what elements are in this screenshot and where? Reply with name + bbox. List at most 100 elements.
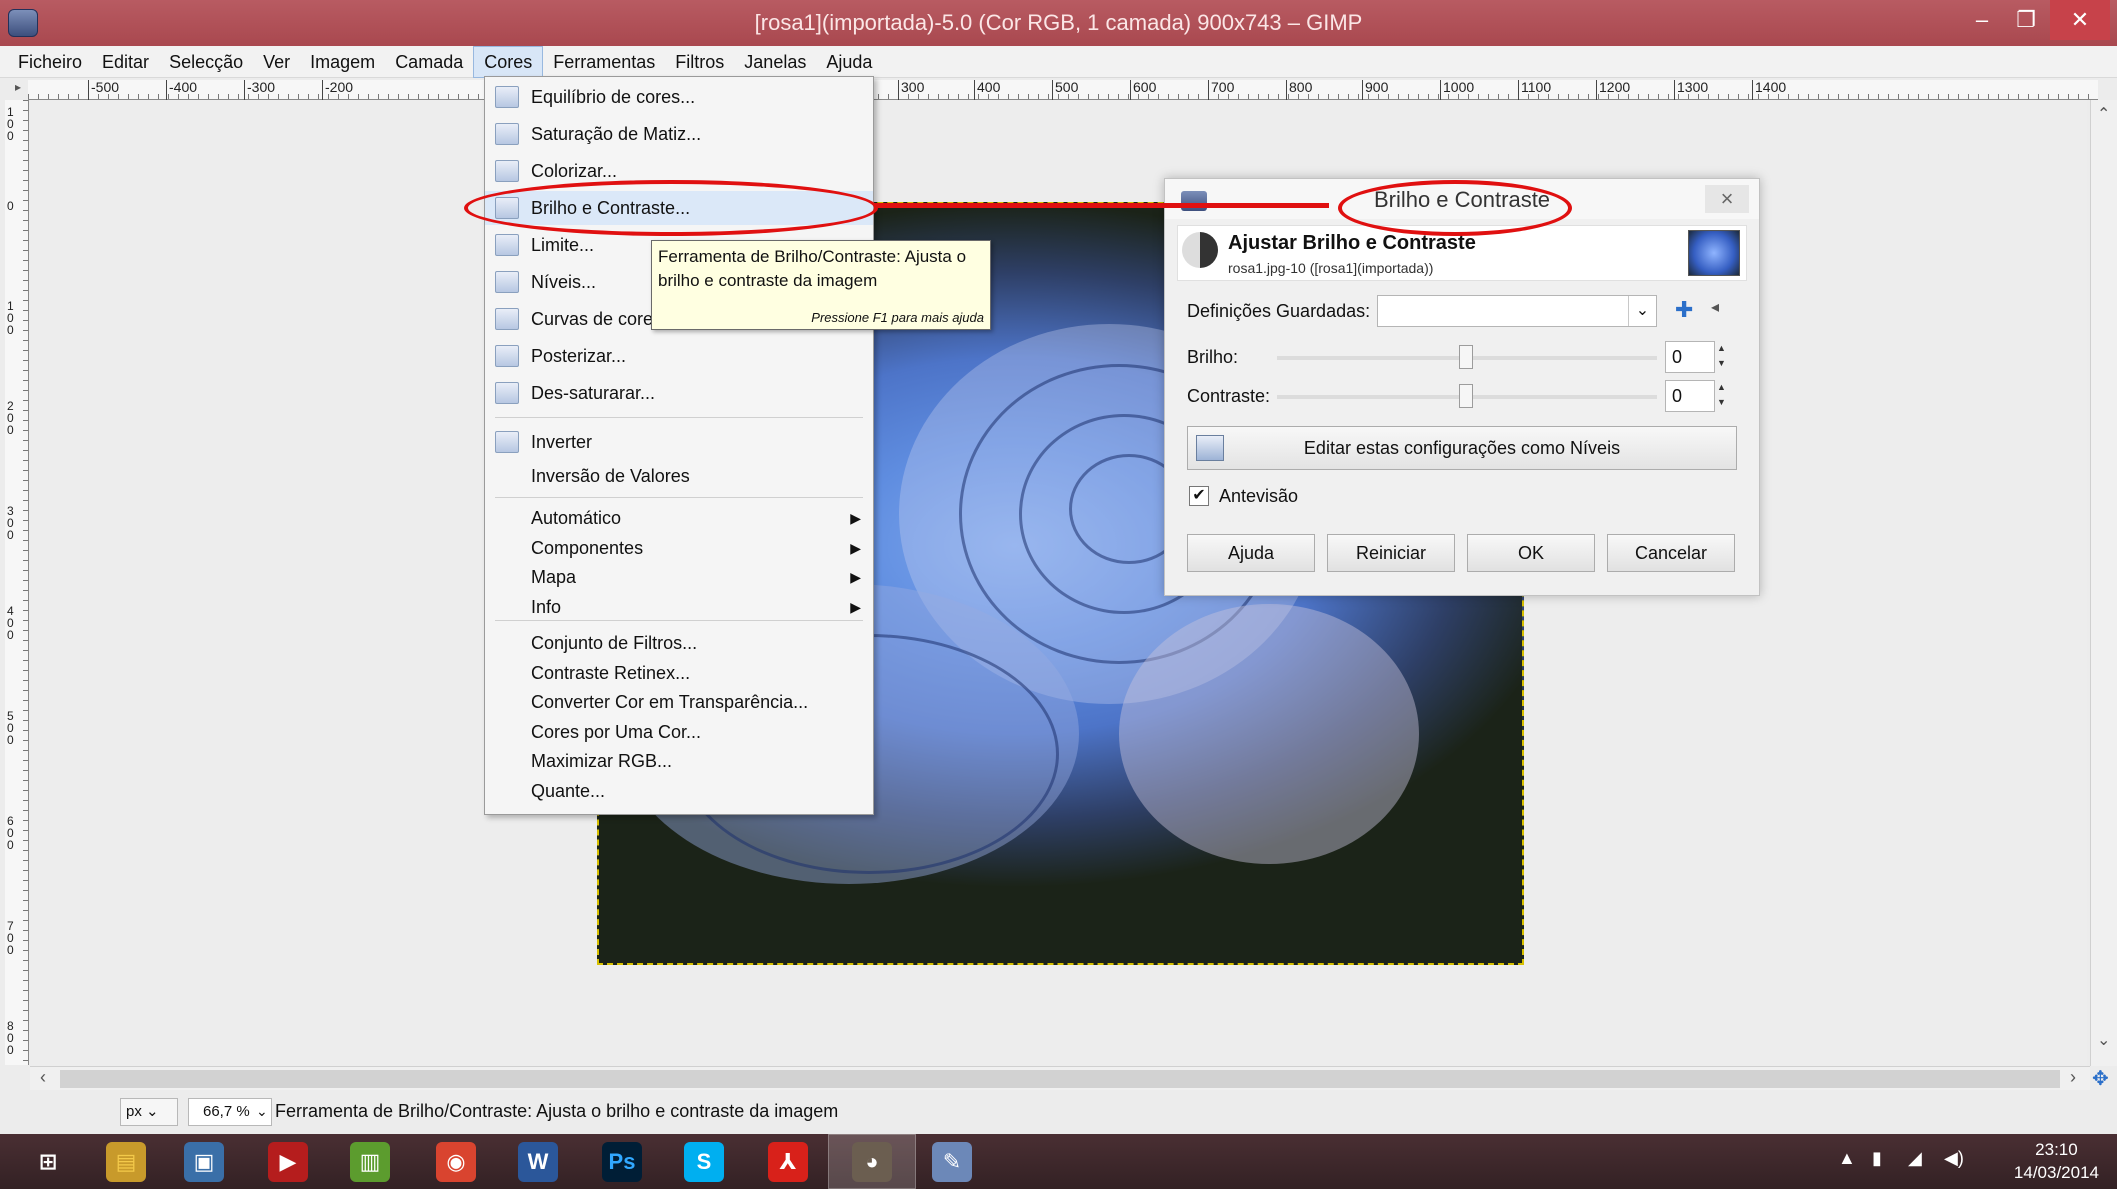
menu-item[interactable]: Quante...: [485, 774, 873, 808]
menu-selec-o[interactable]: Selecção: [159, 46, 253, 78]
ruler-tick-label: 700: [1208, 80, 1234, 100]
levels-icon: [1196, 435, 1224, 461]
menu-item[interactable]: Saturação de Matiz...: [485, 117, 873, 151]
remote-taskbar-button[interactable]: ▣: [160, 1134, 248, 1189]
ruler-tick-label: -500: [88, 80, 119, 100]
menu-editar[interactable]: Editar: [92, 46, 159, 78]
preset-menu-icon[interactable]: ◂: [1711, 297, 1719, 317]
scroll-down-icon[interactable]: ⌄: [2097, 1030, 2110, 1050]
contrast-slider-handle[interactable]: [1459, 384, 1473, 408]
menu-imagem[interactable]: Imagem: [300, 46, 385, 78]
scroll-thumb[interactable]: [60, 1070, 2060, 1088]
saved-settings-label: Definições Guardadas:: [1187, 301, 1371, 321]
scroll-right-icon[interactable]: ›: [2070, 1067, 2076, 1088]
tooltip-text: Ferramenta de Brilho/Contraste: Ajusta o…: [658, 247, 967, 290]
paint-taskbar-button[interactable]: ✎: [908, 1134, 996, 1189]
ruler-tick-label: 0: [7, 199, 14, 213]
ruler-tick-label: 5 0 0: [7, 709, 14, 747]
menu-item-label: Cores por Uma Cor...: [531, 721, 702, 742]
status-message: Ferramenta de Brilho/Contraste: Ajusta o…: [275, 1101, 839, 1121]
ruler-tick-label: 900: [1362, 80, 1388, 100]
colorize-icon: [495, 160, 519, 182]
zoom-dropdown-icon[interactable]: ⌄: [256, 1103, 268, 1120]
menu-janelas[interactable]: Janelas: [734, 46, 816, 78]
zoom-value: 66,7 %: [203, 1103, 250, 1120]
brightness-slider[interactable]: [1277, 345, 1657, 369]
menu-item[interactable]: Info ▶: [485, 590, 873, 624]
chevron-down-icon[interactable]: ⌄: [1628, 296, 1656, 326]
word-taskbar-button[interactable]: W: [494, 1134, 582, 1189]
menu-ver[interactable]: Ver: [253, 46, 300, 78]
navigate-icon[interactable]: ✥: [2092, 1066, 2109, 1091]
media-taskbar-button[interactable]: ▶: [244, 1134, 332, 1189]
menu-ficheiro[interactable]: Ficheiro: [8, 46, 92, 78]
preview-checkbox[interactable]: ✔: [1189, 486, 1209, 506]
menu-item[interactable]: Inversão de Valores: [485, 459, 873, 493]
ruler-tick-label: 1100: [1518, 80, 1551, 100]
menu-item-label: Colorizar...: [531, 161, 618, 181]
menu-item[interactable]: Inverter: [485, 425, 873, 459]
ruler-tick-label: 6 0 0: [7, 814, 14, 852]
chart-taskbar-button[interactable]: ▥: [326, 1134, 414, 1189]
tooltip: Ferramenta de Brilho/Contraste: Ajusta o…: [651, 240, 991, 330]
remote-icon: ▣: [184, 1141, 224, 1182]
ruler-tick-label: 800: [1286, 80, 1312, 100]
menu-item-label: Contraste Retinex...: [531, 662, 691, 683]
vertical-scrollbar[interactable]: ⌃ ⌄: [2090, 100, 2117, 1066]
menu-item[interactable]: Equilíbrio de cores...: [485, 80, 873, 114]
dialog-close-button[interactable]: ×: [1705, 185, 1749, 213]
explorer-taskbar-button[interactable]: ▤: [82, 1134, 170, 1189]
help-button[interactable]: Ajuda: [1187, 534, 1315, 572]
menu-camada[interactable]: Camada: [385, 46, 473, 78]
tray-expand-icon[interactable]: ▲: [1838, 1148, 1856, 1169]
paint-icon: ✎: [932, 1141, 972, 1182]
brightness-slider-handle[interactable]: [1459, 345, 1473, 369]
edit-as-levels-button[interactable]: Editar estas configurações como Níveis: [1187, 426, 1737, 470]
unit-selector[interactable]: px ⌄: [120, 1098, 178, 1126]
scroll-left-icon[interactable]: ‹: [40, 1067, 46, 1088]
ruler-tick-label: 600: [1130, 80, 1156, 100]
levels-icon: [495, 271, 519, 293]
brightness-spin-arrows[interactable]: ▲ ▼: [1717, 341, 1729, 373]
volume-icon[interactable]: ◀): [1944, 1148, 1964, 1169]
acrobat-taskbar-button[interactable]: ⅄: [744, 1134, 832, 1189]
network-icon[interactable]: ◢: [1908, 1148, 1922, 1169]
contrast-spin-arrows[interactable]: ▲ ▼: [1717, 380, 1729, 412]
preview-label: Antevisão: [1219, 486, 1299, 506]
threshold-icon: [495, 234, 519, 256]
ruler-tick-label: 1200: [1596, 80, 1630, 100]
horizontal-scrollbar[interactable]: ‹ ›: [30, 1066, 2090, 1090]
ruler-tick-label: -400: [166, 80, 197, 100]
menu-ferramentas[interactable]: Ferramentas: [543, 46, 665, 78]
start-taskbar-button[interactable]: ⊞: [4, 1134, 92, 1189]
cancel-button[interactable]: Cancelar: [1607, 534, 1735, 572]
clock[interactable]: 23:10 14/03/2014: [2014, 1138, 2099, 1184]
add-preset-icon[interactable]: ✚: [1675, 297, 1693, 323]
ruler-corner-icon[interactable]: ▸: [8, 80, 28, 100]
close-button[interactable]: ✕: [2050, 0, 2110, 40]
contrast-slider[interactable]: [1277, 384, 1657, 408]
brightness-input[interactable]: 0: [1665, 341, 1715, 373]
reset-button[interactable]: Reiniciar: [1327, 534, 1455, 572]
contrast-label: Contraste:: [1187, 386, 1271, 406]
annotation-oval-title: [1338, 180, 1572, 236]
skype-taskbar-button[interactable]: S: [660, 1134, 748, 1189]
photoshop-taskbar-button[interactable]: Ps: [578, 1134, 666, 1189]
chrome-taskbar-button[interactable]: ◉: [412, 1134, 500, 1189]
menu-cores[interactable]: Cores: [473, 45, 544, 78]
restore-button[interactable]: ❐: [2004, 0, 2048, 40]
contrast-input[interactable]: 0: [1665, 380, 1715, 412]
skype-icon: S: [684, 1141, 724, 1182]
menu-item[interactable]: Des-saturarar...: [485, 376, 873, 410]
menu-ajuda[interactable]: Ajuda: [816, 46, 882, 78]
menu-filtros[interactable]: Filtros: [665, 46, 734, 78]
scroll-up-icon[interactable]: ⌃: [2097, 104, 2110, 124]
ok-button[interactable]: OK: [1467, 534, 1595, 572]
unit-value: px: [126, 1103, 142, 1120]
battery-icon[interactable]: ▮: [1872, 1148, 1882, 1169]
gimp-taskbar-button[interactable]: ◕: [828, 1134, 916, 1189]
minimize-button[interactable]: –: [1960, 0, 2004, 40]
gimp-app-icon[interactable]: [8, 9, 38, 37]
menu-item[interactable]: Posterizar...: [485, 339, 873, 373]
saved-settings-combo[interactable]: ⌄: [1377, 295, 1657, 327]
